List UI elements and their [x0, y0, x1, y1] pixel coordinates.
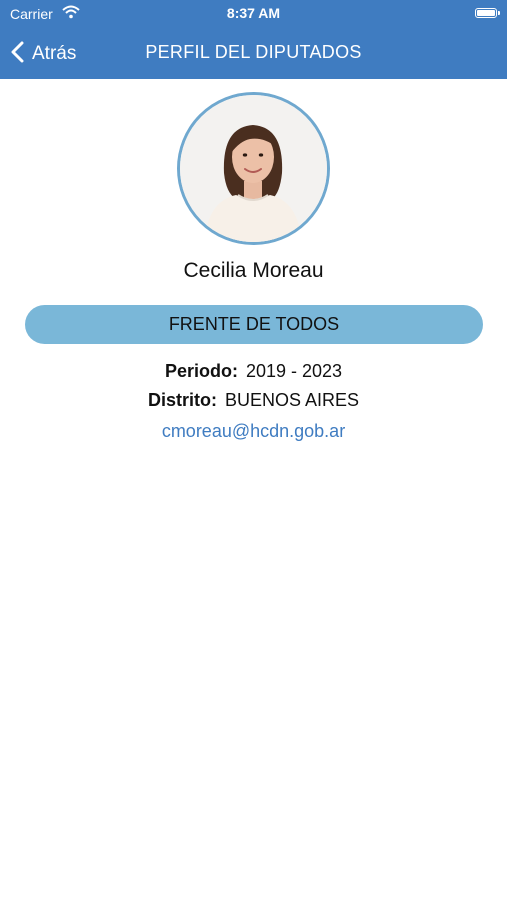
period-row: Periodo: 2019 - 2023: [0, 361, 507, 382]
avatar: [177, 92, 330, 245]
navigation-bar: Atrás PERFIL DEL DIPUTADOS: [0, 28, 507, 79]
page-title: PERFIL DEL DIPUTADOS: [145, 42, 362, 62]
status-bar: Carrier 8:37 AM: [0, 0, 507, 28]
deputy-name: Cecilia Moreau: [183, 259, 324, 282]
status-time: 8:37 AM: [226, 5, 281, 21]
party-badge: FRENTE DE TODOS: [25, 305, 483, 344]
district-value: BUENOS AIRES: [224, 390, 360, 410]
district-row: Distrito: BUENOS AIRES: [0, 390, 507, 411]
period-value: 2019 - 2023: [245, 361, 343, 381]
district-label: Distrito:: [147, 390, 217, 410]
email-link[interactable]: cmoreau@hcdn.gob.ar: [0, 421, 507, 442]
top-bar: Carrier 8:37 AM Atrás PERFIL DEL DIPUTAD…: [0, 0, 507, 79]
battery-icon: [475, 8, 500, 18]
period-label: Periodo:: [164, 361, 238, 381]
